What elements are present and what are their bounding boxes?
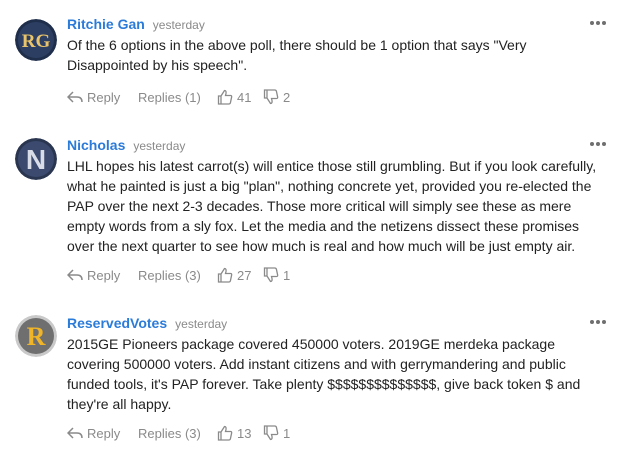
comment-text: 2015GE Pioneers package covered 450000 v… — [67, 336, 581, 412]
like-count: 27 — [237, 267, 252, 283]
dislike-button[interactable]: 1 — [263, 266, 290, 284]
avatar[interactable]: N — [15, 138, 57, 180]
replies-button[interactable]: Replies (3) — [138, 266, 201, 284]
like-count: 13 — [237, 425, 252, 441]
comment-header: Ritchie Gan yesterday — [67, 16, 205, 34]
like-button[interactable]: 27 — [217, 266, 251, 284]
reply-button[interactable]: Reply — [67, 424, 120, 442]
reply-button[interactable]: Reply — [67, 266, 120, 284]
comment: RG Ritchie Gan yesterday Of the 6 options… — [0, 16, 632, 111]
comment-text: Of the 6 options in the above poll, ther… — [67, 37, 527, 73]
comment-text: LHL hopes his latest carrot(s) will enti… — [67, 158, 597, 254]
avatar[interactable]: R — [15, 315, 57, 357]
thumbs-up-icon — [217, 267, 233, 283]
timestamp: yesterday — [175, 317, 228, 331]
thumbs-up-icon — [217, 89, 233, 105]
comment: N Nicholas yesterday LHL hopes his latest… — [0, 137, 632, 287]
replies-label: Replies (1) — [138, 89, 201, 105]
reply-arrow-icon — [67, 427, 83, 439]
thumbs-down-icon — [263, 267, 279, 283]
like-button[interactable]: 13 — [217, 424, 251, 442]
thumbs-down-icon — [263, 425, 279, 441]
avatar[interactable]: RG — [15, 19, 57, 61]
comment: R ReservedVotes yesterday 2015GE Pioneers… — [0, 315, 632, 445]
author-name[interactable]: Ritchie Gan — [67, 16, 145, 32]
timestamp: yesterday — [133, 139, 186, 153]
avatar-monogram: N — [26, 144, 46, 175]
more-dots-icon[interactable] — [590, 320, 608, 326]
reply-label: Reply — [87, 89, 121, 105]
thumbs-down-icon — [263, 89, 279, 105]
avatar-monogram: R — [27, 322, 46, 351]
more-dots-icon[interactable] — [590, 21, 608, 27]
author-name[interactable]: ReservedVotes — [67, 315, 167, 331]
reply-arrow-icon — [67, 91, 83, 103]
comment-header: Nicholas yesterday — [67, 137, 185, 155]
like-button[interactable]: 41 — [217, 88, 251, 106]
reply-label: Reply — [87, 425, 121, 441]
replies-label: Replies (3) — [138, 425, 201, 441]
reply-button[interactable]: Reply — [67, 88, 120, 106]
replies-button[interactable]: Replies (3) — [138, 424, 201, 442]
dislike-count: 1 — [283, 267, 291, 283]
comment-header: ReservedVotes yesterday — [67, 315, 227, 333]
reply-arrow-icon — [67, 269, 83, 281]
thumbs-up-icon — [217, 425, 233, 441]
avatar-monogram: RG — [22, 31, 51, 52]
reply-label: Reply — [87, 267, 121, 283]
replies-label: Replies (3) — [138, 267, 201, 283]
dislike-count: 2 — [283, 89, 291, 105]
dislike-count: 1 — [283, 425, 291, 441]
replies-button[interactable]: Replies (1) — [138, 88, 201, 106]
dislike-button[interactable]: 1 — [263, 424, 290, 442]
like-count: 41 — [237, 89, 252, 105]
timestamp: yesterday — [152, 18, 205, 32]
author-name[interactable]: Nicholas — [67, 137, 125, 153]
dislike-button[interactable]: 2 — [263, 88, 290, 106]
more-dots-icon[interactable] — [590, 142, 608, 148]
